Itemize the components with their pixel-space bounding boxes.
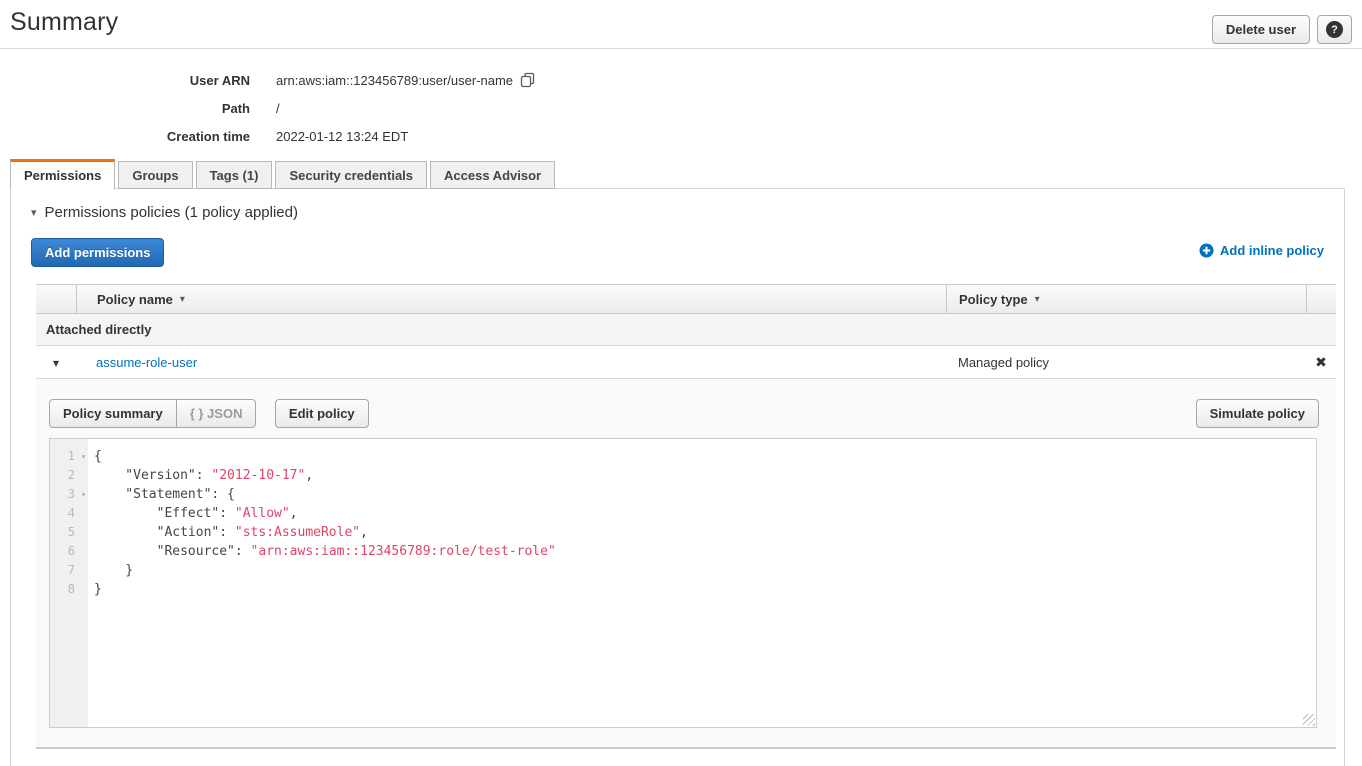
- policy-type-column-header[interactable]: Policy type ▾: [946, 285, 1306, 313]
- attached-directly-group-row: Attached directly: [36, 314, 1336, 346]
- fold-caret-icon[interactable]: ▾: [81, 485, 86, 504]
- creation-time-label: Creation time: [0, 129, 250, 144]
- header-actions: Delete user ?: [1212, 15, 1352, 44]
- code-line: "Version": "2012-10-17",: [94, 466, 1316, 485]
- code-line: }: [94, 561, 1316, 580]
- permissions-policies-heading-label: Permissions policies (1 policy applied): [45, 204, 298, 221]
- permissions-policies-heading: ▾ Permissions policies (1 policy applied…: [31, 204, 298, 221]
- policy-summary-button[interactable]: Policy summary: [49, 399, 177, 428]
- expand-column-header: [36, 285, 76, 313]
- policy-detail-panel: Policy summary { } JSON Edit policy Simu…: [36, 379, 1336, 747]
- sort-caret-icon: ▾: [180, 294, 185, 305]
- editor-code-area[interactable]: { "Version": "2012-10-17", "Statement": …: [88, 439, 1316, 727]
- tab-security-credentials[interactable]: Security credentials: [275, 161, 427, 189]
- tab-tags[interactable]: Tags (1): [196, 161, 273, 189]
- remove-policy-icon[interactable]: ✖: [1315, 354, 1327, 370]
- tab-permissions[interactable]: Permissions: [10, 159, 115, 190]
- copy-icon[interactable]: [520, 72, 535, 91]
- code-line: "Effect": "Allow",: [94, 504, 1316, 523]
- help-button[interactable]: ?: [1317, 15, 1352, 44]
- path-label: Path: [0, 101, 250, 116]
- info-row-user-arn: User ARN arn:aws:iam::123456789:user/use…: [0, 66, 1362, 94]
- iam-user-summary-page: Summary Delete user ? User ARN arn:aws:i…: [0, 0, 1362, 766]
- policy-type-value: Managed policy: [946, 355, 1306, 370]
- edit-policy-button[interactable]: Edit policy: [275, 399, 369, 428]
- code-line: {: [94, 447, 1316, 466]
- add-permissions-button[interactable]: Add permissions: [31, 238, 164, 267]
- permissions-tab-panel: ▾ Permissions policies (1 policy applied…: [10, 188, 1345, 766]
- policy-name-link[interactable]: assume-role-user: [96, 355, 197, 370]
- editor-resize-handle[interactable]: [1303, 714, 1315, 726]
- policies-table-header: Policy name ▾ Policy type ▾: [36, 284, 1336, 314]
- path-value: /: [276, 101, 280, 116]
- editor-gutter: 1▾ 2 3▾ 4 5 6 7 8: [50, 439, 88, 727]
- tab-access-advisor[interactable]: Access Advisor: [430, 161, 555, 189]
- code-line: "Action": "sts:AssumeRole",: [94, 523, 1316, 542]
- user-arn-label: User ARN: [0, 73, 250, 88]
- collapse-caret-icon[interactable]: ▾: [31, 206, 37, 219]
- tab-groups[interactable]: Groups: [118, 161, 192, 189]
- row-expand-caret-icon[interactable]: ▾: [53, 356, 59, 370]
- tab-bar: Permissions Groups Tags (1) Security cre…: [10, 161, 555, 190]
- info-row-path: Path /: [0, 94, 1362, 122]
- code-line: }: [94, 580, 1316, 599]
- creation-time-value: 2022-01-12 13:24 EDT: [276, 129, 408, 144]
- info-row-creation-time: Creation time 2022-01-12 13:24 EDT: [0, 122, 1362, 150]
- policy-json-editor[interactable]: 1▾ 2 3▾ 4 5 6 7 8 { "Version": "2012-10-…: [49, 438, 1317, 728]
- policies-table: Policy name ▾ Policy type ▾ Attached dir…: [36, 284, 1336, 749]
- permissions-actions-row: Add permissions Add inline policy: [31, 238, 1324, 265]
- page-header: Summary Delete user ?: [0, 0, 1362, 49]
- user-info: User ARN arn:aws:iam::123456789:user/use…: [0, 49, 1362, 150]
- fold-caret-icon[interactable]: ▾: [81, 447, 86, 466]
- add-inline-policy-label: Add inline policy: [1220, 243, 1324, 258]
- add-inline-policy-link[interactable]: Add inline policy: [1199, 243, 1324, 258]
- policy-detail-toolbar: Policy summary { } JSON Edit policy Simu…: [49, 399, 1319, 426]
- policy-view-toggle: Policy summary { } JSON: [49, 399, 256, 428]
- page-title: Summary: [10, 8, 118, 37]
- delete-user-button[interactable]: Delete user: [1212, 15, 1310, 44]
- simulate-policy-button[interactable]: Simulate policy: [1196, 399, 1319, 428]
- sort-caret-icon: ▾: [1035, 294, 1040, 305]
- help-icon: ?: [1326, 21, 1343, 38]
- code-line: "Resource": "arn:aws:iam::123456789:role…: [94, 542, 1316, 561]
- json-view-button[interactable]: { } JSON: [177, 399, 257, 428]
- actions-column-header: [1306, 285, 1336, 313]
- code-line: "Statement": {: [94, 485, 1316, 504]
- user-arn-value: arn:aws:iam::123456789:user/user-name: [276, 73, 513, 88]
- policy-name-column-header[interactable]: Policy name ▾: [76, 285, 946, 313]
- plus-circle-icon: [1199, 243, 1214, 258]
- policy-row-assume-role-user: ▾ assume-role-user Managed policy ✖: [36, 346, 1336, 379]
